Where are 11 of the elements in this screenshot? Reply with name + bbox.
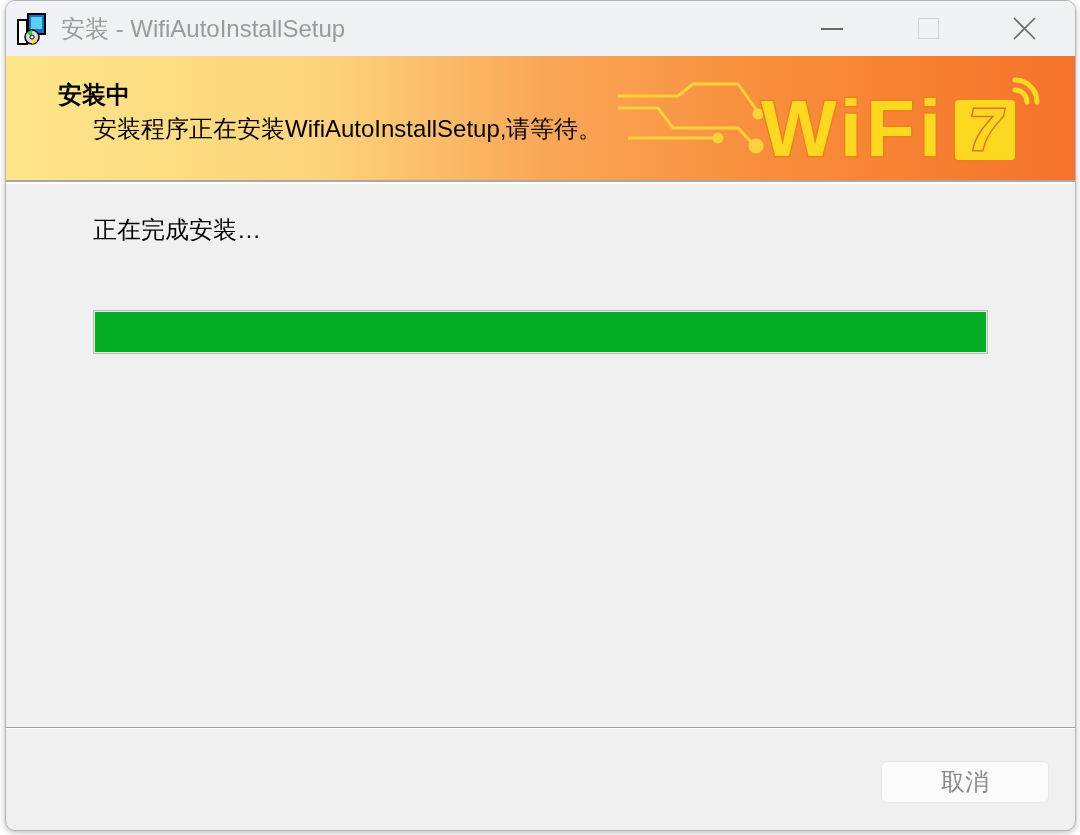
logo-text: WiFi [761,88,946,170]
close-icon [1012,17,1036,40]
maximize-icon [917,18,939,39]
banner-heading: 安装中 [58,80,130,110]
banner-subheading: 安装程序正在安装WifiAutoInstallSetup,请等待。 [93,114,603,144]
minimize-icon [821,27,843,30]
logo-badge: 7 [953,98,1018,162]
status-text: 正在完成安装… [93,215,261,245]
wifi-signal-icon [1011,76,1042,106]
window-title: 安装 - WifiAutoInstallSetup [61,13,346,44]
installer-icon [15,11,48,46]
